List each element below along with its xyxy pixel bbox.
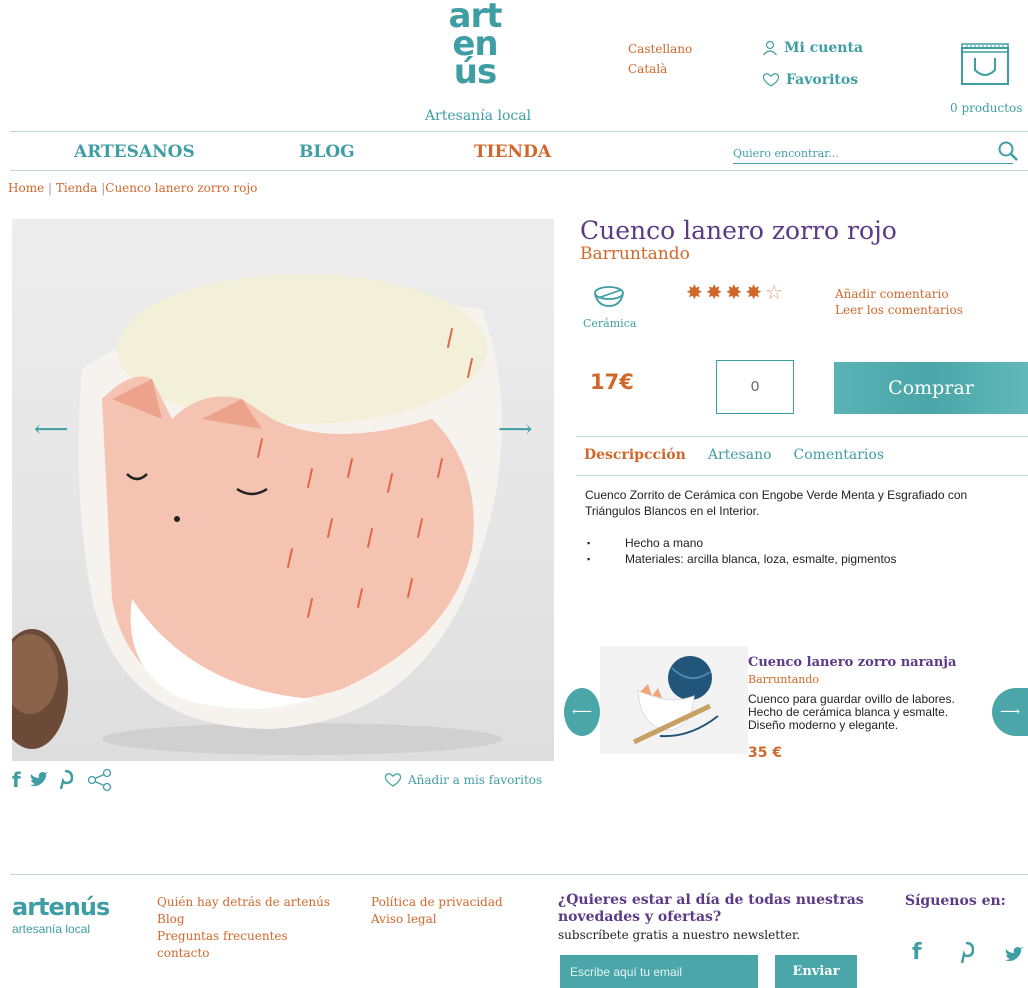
heart-icon — [384, 773, 402, 787]
newsletter-subtitle: subscríbete gratis a nuestro newsletter. — [558, 928, 801, 942]
tab-description[interactable]: Descripcción — [584, 447, 686, 463]
related-product-title[interactable]: Cuenco lanero zorro naranja — [748, 655, 956, 670]
tab-artisan[interactable]: Artesano — [708, 447, 772, 463]
search-icon[interactable] — [997, 140, 1019, 162]
category-label[interactable]: Cerámica — [583, 317, 636, 330]
site-logo[interactable]: art en ús — [440, 0, 510, 92]
description-text: Cuenco Zorrito de Cerámica con Engobe Ve… — [585, 488, 968, 518]
footer-link-privacy[interactable]: Política de privacidad — [371, 894, 503, 911]
lang-catala[interactable]: Català — [628, 62, 667, 76]
footer-twitter-icon[interactable] — [1004, 946, 1026, 964]
related-product-price: 35 € — [748, 745, 783, 761]
add-to-favorites-label: Añadir a mis favoritos — [408, 773, 543, 787]
breadcrumb-separator: | — [48, 181, 53, 195]
favorites-link[interactable]: Favoritos — [762, 72, 858, 88]
shopping-bag-icon[interactable] — [960, 42, 1010, 86]
product-image[interactable]: ⟵ ⟶ — [12, 219, 554, 761]
footer-logo[interactable]: artenús — [12, 893, 110, 921]
star-filled-icon[interactable]: ✸ — [706, 280, 723, 304]
facebook-icon[interactable]: f — [12, 768, 21, 792]
footer-divider — [10, 874, 1028, 875]
product-tabs: Descripcción Artesano Comentarios — [584, 447, 884, 463]
related-product-image[interactable] — [600, 646, 748, 754]
logo-tagline: Artesanía local — [424, 108, 532, 124]
footer-link-legal[interactable]: Aviso legal — [371, 911, 503, 928]
prev-image-arrow-icon[interactable]: ⟵ — [34, 415, 68, 443]
my-account-link[interactable]: Mi cuenta — [762, 40, 863, 56]
feature-item: Hecho a mano — [585, 535, 1025, 551]
breadcrumb-current: Cuenco lanero zorro rojo — [105, 181, 258, 195]
footer-logo-tagline: artesanía local — [12, 922, 91, 936]
nav-artesanos[interactable]: ARTESANOS — [74, 142, 195, 162]
related-product-description: Cuenco para guardar ovillo de labores. H… — [748, 692, 955, 732]
follow-us-label: Síguenos en: — [905, 893, 1006, 909]
logo-line-us: ús — [453, 52, 497, 92]
product-price: 17€ — [590, 370, 634, 394]
my-account-label: Mi cuenta — [784, 40, 864, 56]
related-next-arrow-icon[interactable]: ⟶ — [992, 688, 1028, 736]
related-prev-arrow-icon[interactable]: ⟵ — [564, 688, 600, 736]
star-filled-icon[interactable]: ✸ — [686, 280, 703, 304]
nav-divider — [10, 170, 1028, 171]
footer-links-col1: Quién hay detrás de artenús Blog Pregunt… — [157, 894, 330, 962]
tabs-top-divider — [576, 436, 1028, 437]
next-image-arrow-icon[interactable]: ⟶ — [498, 415, 532, 443]
lang-castellano[interactable]: Castellano — [628, 42, 692, 56]
footer-link-blog[interactable]: Blog — [157, 911, 330, 928]
breadcrumb-tienda[interactable]: Tienda — [56, 181, 98, 195]
footer-link-about[interactable]: Quién hay detrás de artenús — [157, 894, 330, 911]
add-to-favorites-link[interactable]: Añadir a mis favoritos — [384, 772, 542, 788]
footer-link-contact[interactable]: contacto — [157, 945, 330, 962]
buy-button[interactable]: Comprar — [834, 362, 1028, 414]
tab-comments[interactable]: Comentarios — [794, 447, 884, 463]
product-description: Cuenco Zorrito de Cerámica con Engobe Ve… — [585, 487, 1025, 567]
share-icon[interactable] — [87, 768, 113, 792]
yarn-bowl-illustration — [632, 656, 719, 745]
star-empty-icon[interactable]: ☆ — [765, 280, 783, 304]
footer-pinterest-icon[interactable] — [958, 942, 974, 964]
newsletter-send-button[interactable]: Enviar — [775, 955, 857, 988]
review-links: Añadir comentario Leer los comentarios — [835, 286, 963, 318]
fox-bowl-illustration — [12, 274, 503, 755]
rating-stars[interactable]: ✸ ✸ ✸ ✸ ☆ — [686, 280, 783, 304]
read-comments-link[interactable]: Leer los comentarios — [835, 302, 963, 318]
product-artisan[interactable]: Barruntando — [580, 244, 690, 264]
nav-tienda[interactable]: TIENDA — [474, 142, 551, 162]
feature-list: Hecho a mano Materiales: arcilla blanca,… — [585, 535, 1025, 567]
twitter-icon[interactable] — [29, 771, 49, 789]
header-divider — [10, 131, 1028, 132]
search-input[interactable] — [733, 143, 973, 164]
pinterest-icon[interactable] — [57, 770, 73, 790]
footer-facebook-icon[interactable]: f — [912, 940, 922, 965]
favorites-label: Favoritos — [786, 72, 859, 88]
product-title: Cuenco lanero zorro rojo — [580, 216, 897, 245]
star-filled-icon[interactable]: ✸ — [745, 280, 762, 304]
tabs-bottom-divider — [576, 475, 1028, 476]
feature-item: Materiales: arcilla blanca, loza, esmalt… — [585, 551, 1025, 567]
search-bar — [733, 141, 1018, 164]
star-filled-icon[interactable]: ✸ — [726, 280, 743, 304]
breadcrumb: Home | Tienda |Cuenco lanero zorro rojo — [8, 181, 257, 195]
ceramic-bowl-icon — [594, 286, 624, 307]
heart-icon — [762, 73, 780, 87]
newsletter-title: ¿Quieres estar al día de todas nuestras … — [558, 892, 864, 925]
user-icon — [763, 40, 777, 56]
cart-count[interactable]: 0 productos — [950, 101, 1022, 115]
breadcrumb-home[interactable]: Home — [8, 181, 44, 195]
share-bar: f — [12, 768, 113, 792]
related-product-artisan[interactable]: Barruntando — [748, 673, 819, 686]
quantity-input[interactable]: 0 — [716, 360, 794, 414]
footer-link-faq[interactable]: Preguntas frecuentes — [157, 928, 330, 945]
nav-blog[interactable]: BLOG — [299, 142, 355, 162]
newsletter-email-input[interactable] — [560, 955, 758, 988]
footer-links-col2: Política de privacidad Aviso legal — [371, 894, 503, 928]
add-comment-link[interactable]: Añadir comentario — [835, 286, 963, 302]
